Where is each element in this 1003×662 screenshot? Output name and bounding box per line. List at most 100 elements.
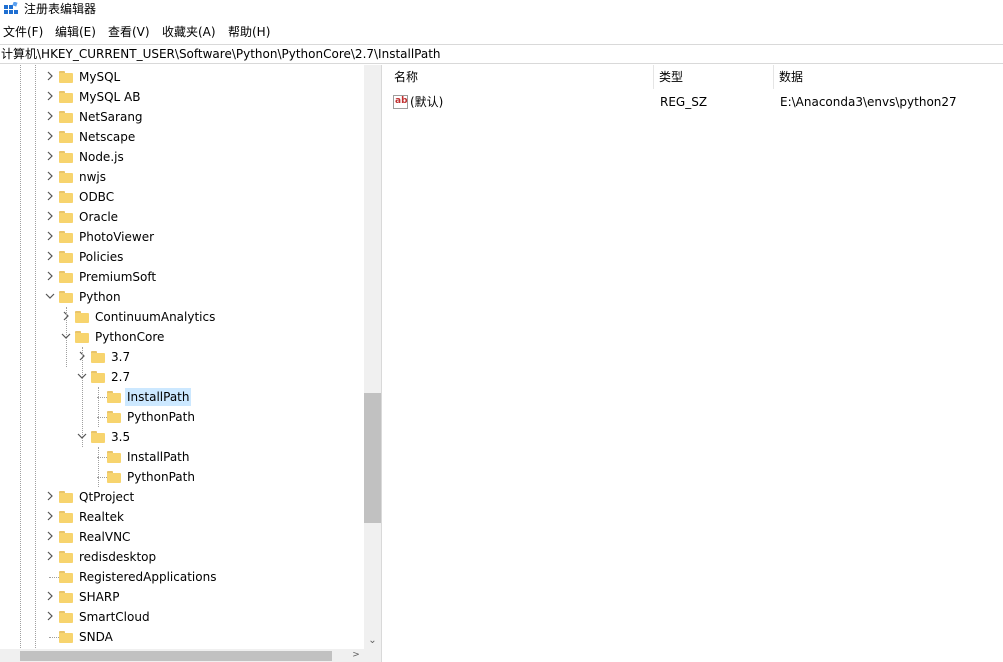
chevron-down-icon[interactable] [45,291,55,301]
tree-item-label[interactable]: Realtek [77,508,126,526]
tree-item[interactable]: RegisteredApplications [0,567,365,587]
scroll-right-arrow-icon[interactable]: > [348,649,364,662]
chevron-right-icon[interactable] [45,251,55,261]
tree-item-label[interactable]: PremiumSoft [77,268,158,286]
tree-item[interactable]: PythonPath [0,467,365,487]
tree-item[interactable]: ODBC [0,187,365,207]
tree-item-label[interactable]: SNDA [77,628,115,646]
column-header-type[interactable]: 类型 [652,65,774,89]
tree-item[interactable]: InstallPath [0,387,365,407]
tree-item[interactable]: PremiumSoft [0,267,365,287]
tree-item-label[interactable]: RealVNC [77,528,132,546]
menu-edit[interactable]: 编辑(E) [55,24,96,40]
chevron-right-icon[interactable] [45,171,55,181]
tree-item-label[interactable]: Oracle [77,208,120,226]
chevron-right-icon[interactable] [45,211,55,221]
chevron-right-icon[interactable] [45,131,55,141]
chevron-right-icon[interactable] [45,91,55,101]
registry-tree[interactable]: MySQL MySQL AB NetSarang Netscape Node.js nwj… [0,65,381,662]
tree-item-label[interactable]: MySQL [77,68,122,86]
tree-item[interactable]: 2.7 [0,367,365,387]
folder-icon [59,191,73,203]
column-header-data[interactable]: 数据 [772,65,1003,89]
tree-item-label[interactable]: PhotoViewer [77,228,156,246]
tree-guide-line [98,387,99,427]
tree-item[interactable]: PythonPath [0,407,365,427]
tree-item-label[interactable]: 2.7 [109,368,132,386]
tree-item-label[interactable]: 3.5 [109,428,132,446]
tree-item[interactable]: Python [0,287,365,307]
folder-icon [59,211,73,223]
tree-item[interactable]: QtProject [0,487,365,507]
menu-view[interactable]: 查看(V) [108,24,150,40]
chevron-right-icon[interactable] [45,191,55,201]
tree-item-label[interactable]: SHARP [77,588,121,606]
tree-item[interactable]: PhotoViewer [0,227,365,247]
scroll-down-arrow-icon[interactable]: ⌄ [364,632,381,649]
tree-item-label[interactable]: ContinuumAnalytics [93,308,217,326]
tree-item-label[interactable]: SmartCloud [77,608,152,626]
tree-item[interactable]: Realtek [0,507,365,527]
tree-item-label[interactable]: InstallPath [125,448,191,466]
chevron-right-icon[interactable] [45,591,55,601]
chevron-right-icon[interactable] [45,611,55,621]
tree-vertical-scroll-thumb[interactable] [364,393,381,523]
tree-item-label[interactable]: ODBC [77,188,116,206]
tree-item[interactable]: InstallPath [0,447,365,467]
tree-item-label[interactable]: nwjs [77,168,108,186]
tree-item-label[interactable]: 3.7 [109,348,132,366]
menu-help[interactable]: 帮助(H) [228,24,270,40]
tree-item-label[interactable]: redisdesktop [77,548,158,566]
chevron-right-icon[interactable] [45,531,55,541]
tree-item-label[interactable]: MySQL AB [77,88,142,106]
tree-item-label[interactable]: Node.js [77,148,126,166]
tree-item[interactable]: MySQL AB [0,87,365,107]
tree-item[interactable]: nwjs [0,167,365,187]
tree-item[interactable]: SHARP [0,587,365,607]
tree-item[interactable]: Node.js [0,147,365,167]
tree-item-label[interactable]: QtProject [77,488,136,506]
tree-item-label[interactable]: RegisteredApplications [77,568,218,586]
tree-item-label[interactable]: PythonPath [125,468,197,486]
tree-item[interactable]: NetSarang [0,107,365,127]
tree-item-label[interactable]: NetSarang [77,108,145,126]
tree-item-label[interactable]: Netscape [77,128,137,146]
folder-icon [75,331,89,343]
menu-favorites[interactable]: 收藏夹(A) [162,24,216,40]
tree-item[interactable]: RealVNC [0,527,365,547]
chevron-right-icon[interactable] [45,71,55,81]
tree-item[interactable]: redisdesktop [0,547,365,567]
tree-item[interactable]: ContinuumAnalytics [0,307,365,327]
tree-item[interactable]: SNDA [0,627,365,647]
tree-item-label[interactable]: PythonCore [93,328,166,346]
tree-item[interactable]: SmartCloud [0,607,365,627]
menu-file[interactable]: 文件(F) [3,24,43,40]
chevron-right-icon[interactable] [45,111,55,121]
value-name[interactable]: (默认) [410,92,443,112]
tree-item[interactable]: PythonCore [0,327,365,347]
column-header-name[interactable]: 名称 [387,65,654,89]
tree-item-label[interactable]: PythonPath [125,408,197,426]
tree-item[interactable]: 3.7 [0,347,365,367]
chevron-right-icon[interactable] [45,271,55,281]
tree-horizontal-scroll-thumb[interactable] [20,651,332,661]
chevron-right-icon[interactable] [45,231,55,241]
tree-item[interactable]: MySQL [0,67,365,87]
tree-item-label[interactable]: Python [77,288,123,306]
chevron-right-icon[interactable] [45,151,55,161]
tree-item[interactable]: Oracle [0,207,365,227]
tree-item-label[interactable]: Policies [77,248,125,266]
tree-item-label[interactable]: InstallPath [125,388,192,406]
address-path[interactable]: 计算机\HKEY_CURRENT_USER\Software\Python\Py… [1,46,441,62]
chevron-right-icon[interactable] [45,551,55,561]
tree-item[interactable]: 3.5 [0,427,365,447]
tree-item[interactable]: Policies [0,247,365,267]
window-title: 注册表编辑器 [24,2,97,16]
address-bar[interactable]: 计算机\HKEY_CURRENT_USER\Software\Python\Py… [0,44,1003,64]
chevron-right-icon[interactable] [45,491,55,501]
tree-vertical-scrollbar[interactable] [364,65,381,650]
tree-item[interactable]: Netscape [0,127,365,147]
chevron-right-icon[interactable] [45,511,55,521]
folder-icon [59,491,73,503]
values-list[interactable]: 名称 类型 数据 ab (默认) REG_SZ E:\Anaconda3\env… [387,65,1003,662]
